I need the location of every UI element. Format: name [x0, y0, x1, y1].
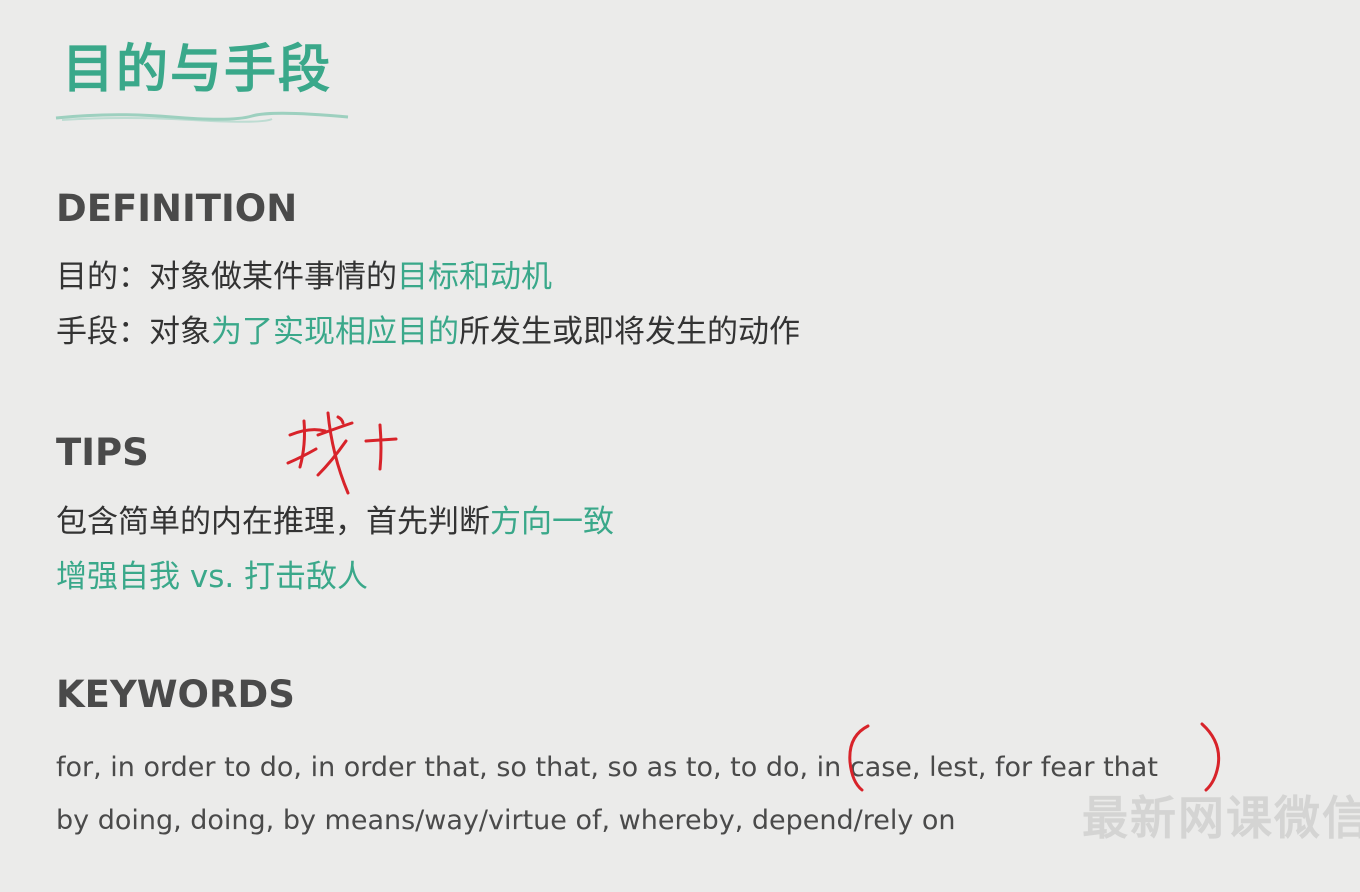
watermark: 最新网课微信: [1082, 791, 1360, 845]
keywords-line-1: for, in order to do, in order that, so t…: [56, 754, 1158, 781]
definition-means-prefix: 手段：对象: [56, 314, 211, 350]
definition-means-line: 手段：对象为了实现相应目的所发生或即将发生的动作: [56, 317, 800, 348]
tips-line-2: 增强自我 vs. 打击敌人: [56, 559, 369, 595]
handwritten-left-paren-icon: [848, 724, 870, 792]
definition-purpose-line: 目的：对象做某件事情的目标和动机: [56, 262, 552, 293]
title-underline-brush: [55, 111, 349, 123]
tips-heading: TIPS: [56, 431, 149, 474]
definition-heading: DEFINITION: [56, 187, 298, 230]
tips-handwritten-annotation: [286, 411, 398, 495]
tips-line-1-text: 包含简单的内在推理，首先判断: [56, 504, 490, 540]
slide-title: 目的与手段: [62, 40, 333, 100]
definition-purpose-text: 目的：对象做某件事情的: [56, 259, 397, 295]
definition-means-highlight: 为了实现相应目的: [211, 314, 459, 350]
slide: 目的与手段 DEFINITION 目的：对象做某件事情的目标和动机 手段：对象为…: [0, 0, 1360, 892]
tips-line-1-highlight: 方向一致: [490, 504, 614, 540]
keywords-line-2: by doing, doing, by means/way/virtue of,…: [56, 805, 956, 836]
definition-purpose-highlight: 目标和动机: [397, 259, 552, 295]
definition-means-suffix: 所发生或即将发生的动作: [459, 314, 800, 350]
tips-line-1: 包含简单的内在推理，首先判断方向一致: [56, 507, 614, 538]
keywords-line-1-start: for, in order to do, in order that, so t…: [56, 752, 817, 783]
keywords-heading: KEYWORDS: [56, 673, 295, 716]
